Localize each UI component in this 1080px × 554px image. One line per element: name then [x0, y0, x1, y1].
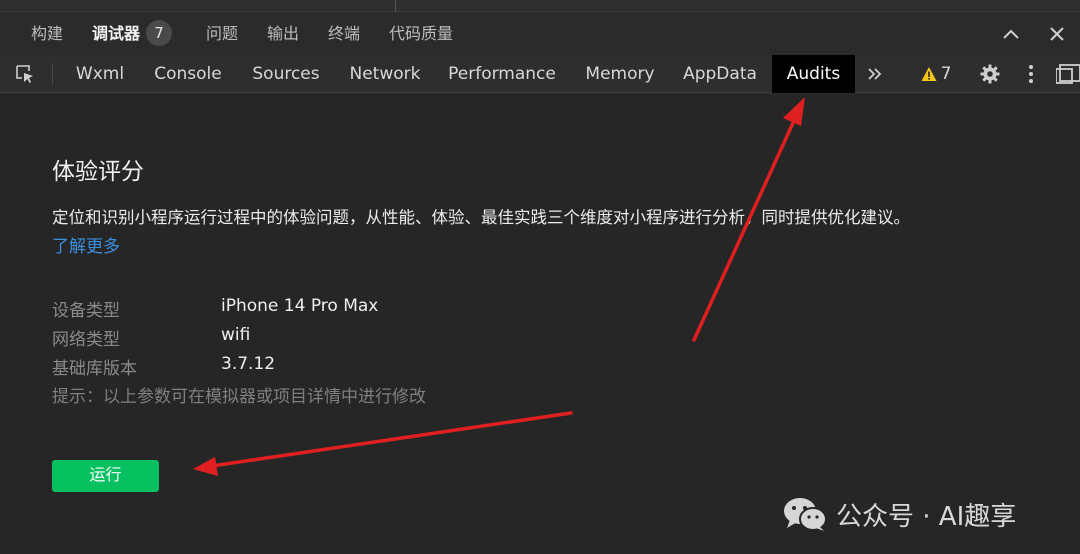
arrow-to-run-button — [193, 411, 573, 476]
arrow-to-audits-tab — [692, 97, 805, 342]
annotation-arrows — [193, 97, 805, 476]
